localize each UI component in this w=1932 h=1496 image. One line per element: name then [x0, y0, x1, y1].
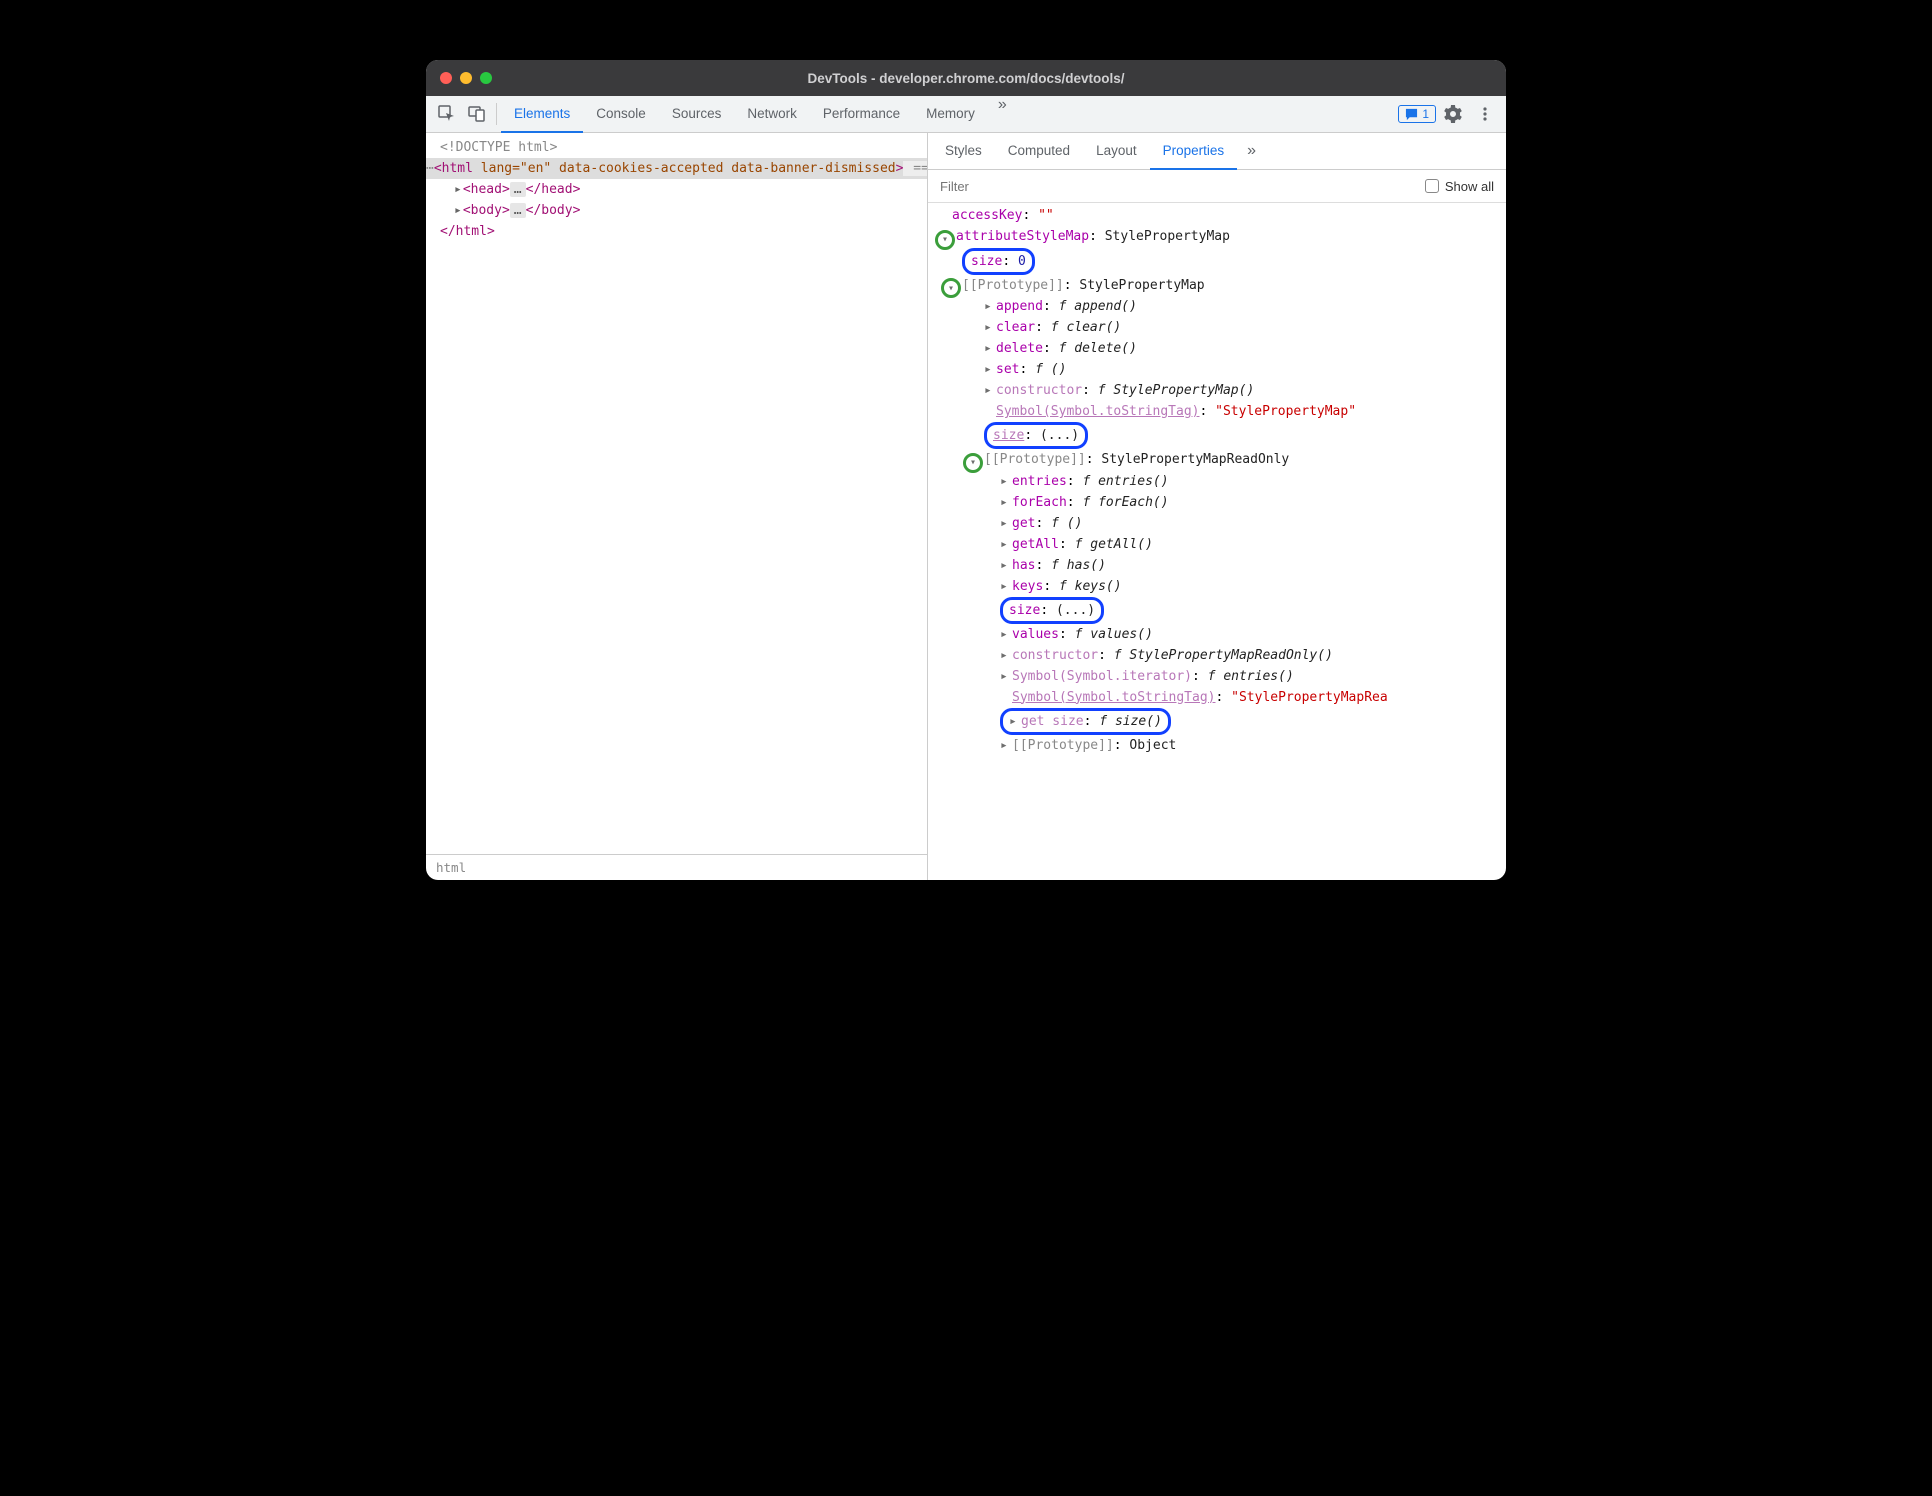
prop-symbol-iterator[interactable]: ▸Symbol(Symbol.iterator): f entries() [940, 666, 1506, 687]
panel-tabs: Elements Console Sources Network Perform… [501, 96, 1017, 133]
prop-get-size[interactable]: ▸get size: f size() [940, 708, 1506, 735]
prop-size-0[interactable]: size: 0 [940, 248, 1506, 275]
prop-attributestylemap[interactable]: ▾attributeStyleMap: StylePropertyMap [940, 226, 1506, 248]
dom-body-element[interactable]: ▸<body>…</body> [426, 200, 927, 221]
prop-clear[interactable]: ▸clear: f clear() [940, 317, 1506, 338]
dom-head-element[interactable]: ▸<head>…</head> [426, 179, 927, 200]
prop-append[interactable]: ▸append: f append() [940, 296, 1506, 317]
content-split: <!DOCTYPE html> ⋯<html lang="en" data-co… [426, 133, 1506, 880]
prop-prototype-2[interactable]: ▾[[Prototype]]: StylePropertyMapReadOnly [940, 449, 1506, 471]
issues-count: 1 [1422, 107, 1429, 121]
filter-input[interactable] [940, 179, 1425, 194]
settings-icon[interactable] [1438, 99, 1468, 129]
side-more-tabs-icon[interactable]: » [1237, 142, 1266, 160]
prop-has[interactable]: ▸has: f has() [940, 555, 1506, 576]
side-pane: Styles Computed Layout Properties » Show… [928, 133, 1506, 880]
tab-memory[interactable]: Memory [913, 96, 988, 133]
tab-properties[interactable]: Properties [1150, 133, 1238, 170]
show-all-toggle[interactable]: Show all [1425, 179, 1494, 194]
properties-list[interactable]: accessKey: "" ▾attributeStyleMap: StyleP… [928, 203, 1506, 880]
tab-elements[interactable]: Elements [501, 96, 583, 133]
dom-tree[interactable]: <!DOCTYPE html> ⋯<html lang="en" data-co… [426, 133, 927, 854]
tab-performance[interactable]: Performance [810, 96, 913, 133]
prop-symbol-tostringtag-1[interactable]: Symbol(Symbol.toStringTag): "StyleProper… [940, 401, 1506, 422]
prop-prototype-3[interactable]: ▸[[Prototype]]: Object [940, 735, 1506, 756]
prop-size-dots-2[interactable]: size: (...) [940, 597, 1506, 624]
more-tabs-icon[interactable]: » [988, 96, 1017, 133]
tab-sources[interactable]: Sources [659, 96, 735, 133]
close-window-button[interactable] [440, 72, 452, 84]
show-all-label: Show all [1445, 179, 1494, 194]
expand-marker-icon[interactable]: ▾ [935, 230, 955, 250]
tab-styles[interactable]: Styles [932, 133, 995, 170]
prop-set[interactable]: ▸set: f () [940, 359, 1506, 380]
window-titlebar: DevTools - developer.chrome.com/docs/dev… [426, 60, 1506, 96]
inspect-element-icon[interactable] [432, 99, 462, 129]
devtools-window: DevTools - developer.chrome.com/docs/dev… [426, 60, 1506, 880]
prop-accesskey[interactable]: accessKey: "" [940, 205, 1506, 226]
dom-breadcrumb[interactable]: html [426, 854, 927, 880]
elements-pane: <!DOCTYPE html> ⋯<html lang="en" data-co… [426, 133, 928, 880]
side-tabs: Styles Computed Layout Properties » [928, 133, 1506, 170]
traffic-lights [440, 72, 492, 84]
prop-size-dots-1[interactable]: size: (...) [940, 422, 1506, 449]
prop-constructor-1[interactable]: ▸constructor: f StylePropertyMap() [940, 380, 1506, 401]
issues-button[interactable]: 1 [1398, 105, 1436, 123]
tab-network[interactable]: Network [734, 96, 810, 133]
tab-console[interactable]: Console [583, 96, 659, 133]
show-all-checkbox[interactable] [1425, 179, 1439, 193]
expand-marker-icon[interactable]: ▾ [941, 278, 961, 298]
prop-values[interactable]: ▸values: f values() [940, 624, 1506, 645]
toolbar-divider [496, 103, 497, 125]
prop-symbol-tostringtag-2[interactable]: Symbol(Symbol.toStringTag): "StyleProper… [940, 687, 1506, 708]
dom-html-close[interactable]: </html> [426, 221, 927, 242]
tab-layout[interactable]: Layout [1083, 133, 1150, 170]
prop-entries[interactable]: ▸entries: f entries() [940, 471, 1506, 492]
window-title: DevTools - developer.chrome.com/docs/dev… [426, 71, 1506, 86]
prop-get[interactable]: ▸get: f () [940, 513, 1506, 534]
dom-html-element[interactable]: ⋯<html lang="en" data-cookies-accepted d… [426, 158, 927, 179]
prop-getall[interactable]: ▸getAll: f getAll() [940, 534, 1506, 555]
expand-marker-icon[interactable]: ▾ [963, 453, 983, 473]
zoom-window-button[interactable] [480, 72, 492, 84]
more-options-icon[interactable] [1470, 99, 1500, 129]
prop-delete[interactable]: ▸delete: f delete() [940, 338, 1506, 359]
prop-constructor-2[interactable]: ▸constructor: f StylePropertyMapReadOnly… [940, 645, 1506, 666]
issues-icon [1405, 108, 1418, 121]
prop-keys[interactable]: ▸keys: f keys() [940, 576, 1506, 597]
dom-doctype[interactable]: <!DOCTYPE html> [426, 137, 927, 158]
device-toolbar-icon[interactable] [462, 99, 492, 129]
prop-foreach[interactable]: ▸forEach: f forEach() [940, 492, 1506, 513]
main-toolbar: Elements Console Sources Network Perform… [426, 96, 1506, 133]
minimize-window-button[interactable] [460, 72, 472, 84]
tab-computed[interactable]: Computed [995, 133, 1083, 170]
filter-row: Show all [928, 170, 1506, 203]
prop-prototype-1[interactable]: ▾[[Prototype]]: StylePropertyMap [940, 275, 1506, 297]
